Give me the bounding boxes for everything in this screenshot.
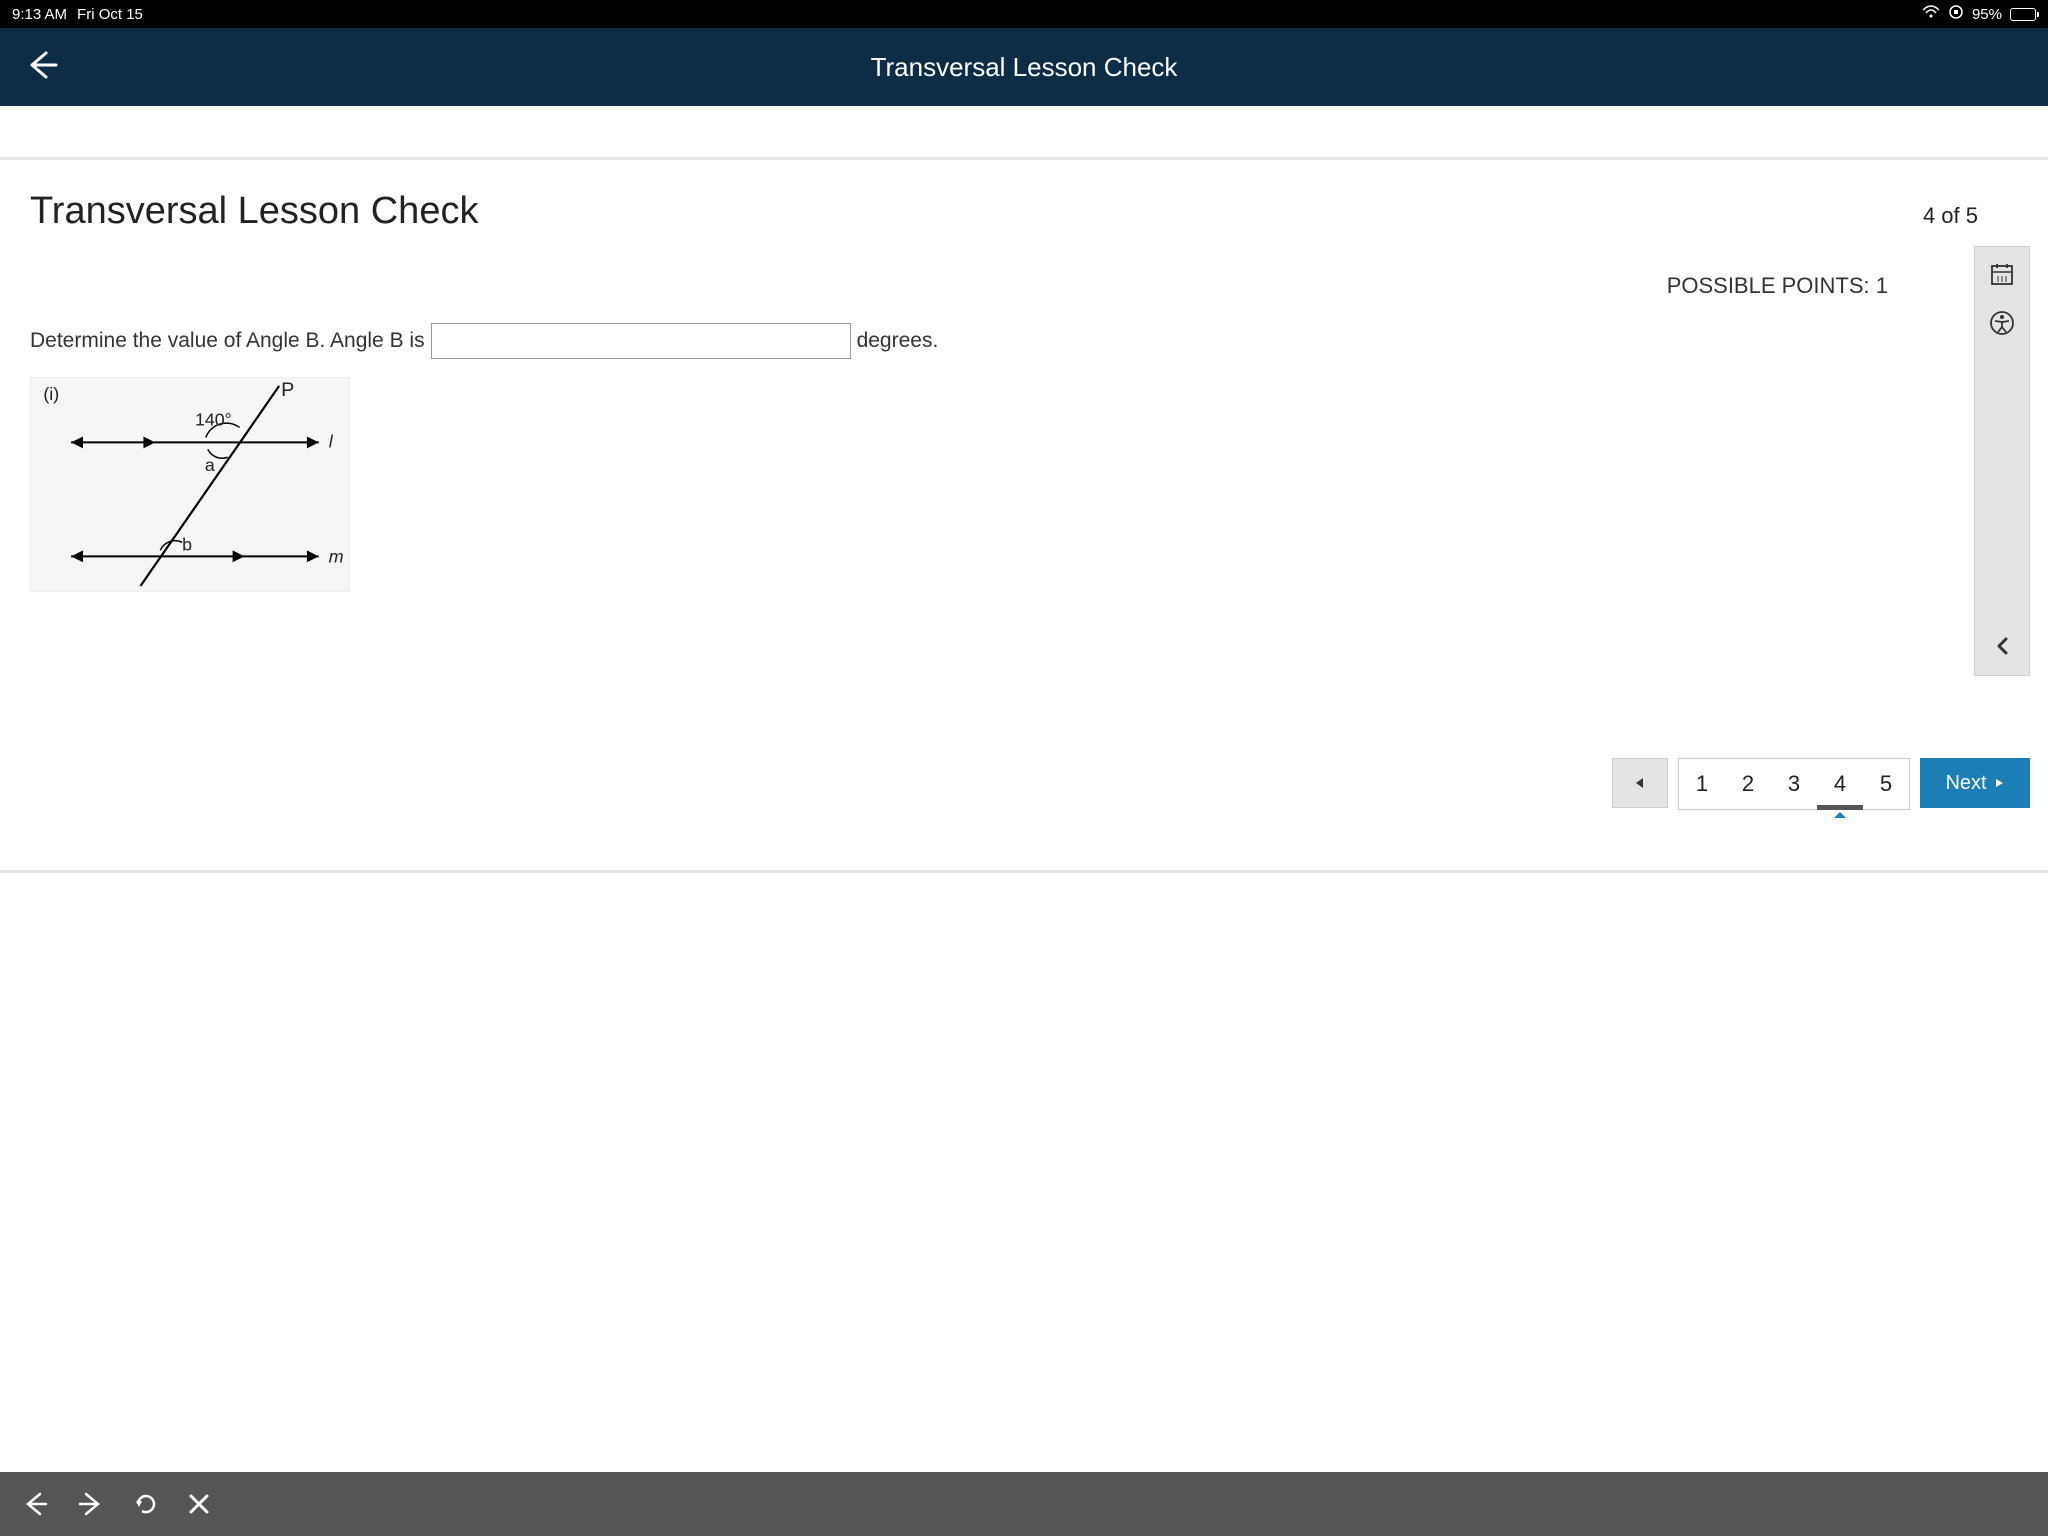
status-time: 9:13 AM bbox=[12, 6, 67, 23]
orientation-lock-icon bbox=[1948, 4, 1964, 24]
question-prefix: Determine the value of Angle B. Angle B … bbox=[30, 329, 425, 353]
line-l-label: l bbox=[329, 431, 334, 451]
app-title: Transversal Lesson Check bbox=[871, 52, 1178, 83]
pager-prev-button[interactable] bbox=[1612, 758, 1668, 808]
point-p-label: P bbox=[281, 379, 294, 401]
lesson-heading: Transversal Lesson Check bbox=[30, 190, 478, 233]
pager-item-2[interactable]: 2 bbox=[1725, 759, 1771, 809]
angle-140-label: 140° bbox=[195, 410, 232, 430]
content-area: Transversal Lesson Check 4 of 5 POSSIBLE… bbox=[0, 160, 2048, 592]
question-pager: 1 2 3 4 5 Next bbox=[1612, 758, 2030, 810]
question-suffix: degrees. bbox=[857, 329, 939, 353]
collapse-panel-icon[interactable] bbox=[1994, 636, 2010, 661]
answer-input[interactable] bbox=[431, 323, 851, 359]
angle-b-label: b bbox=[182, 534, 192, 554]
reload-icon[interactable] bbox=[132, 1490, 160, 1518]
browser-toolbar bbox=[0, 1472, 2048, 1536]
question-row: Determine the value of Angle B. Angle B … bbox=[30, 323, 2018, 359]
pager-item-1[interactable]: 1 bbox=[1679, 759, 1725, 809]
header-gap bbox=[0, 106, 2048, 160]
pager-item-5[interactable]: 5 bbox=[1863, 759, 1909, 809]
nav-back-icon[interactable] bbox=[20, 1489, 50, 1519]
wifi-icon bbox=[1922, 5, 1940, 23]
battery-icon bbox=[2010, 8, 2036, 21]
back-button[interactable] bbox=[24, 47, 60, 88]
pager-numbers: 1 2 3 4 5 bbox=[1678, 758, 1910, 810]
battery-percent: 95% bbox=[1972, 6, 2002, 23]
progress-indicator: 4 of 5 bbox=[1923, 203, 1978, 229]
calendar-icon[interactable] bbox=[1989, 261, 2015, 292]
pager-item-3[interactable]: 3 bbox=[1771, 759, 1817, 809]
lower-gap bbox=[0, 870, 2048, 990]
nav-forward-icon[interactable] bbox=[76, 1489, 106, 1519]
status-date: Fri Oct 15 bbox=[77, 6, 143, 23]
angle-a-label: a bbox=[205, 455, 215, 475]
close-icon[interactable] bbox=[186, 1491, 212, 1517]
figure-label: (i) bbox=[43, 384, 59, 404]
geometry-diagram: (i) l m P 140° a b bbox=[30, 377, 350, 592]
next-label: Next bbox=[1945, 772, 1986, 795]
status-bar: 9:13 AM Fri Oct 15 95% bbox=[0, 0, 2048, 28]
app-header: Transversal Lesson Check bbox=[0, 28, 2048, 106]
possible-points: POSSIBLE POINTS: 1 bbox=[30, 273, 2018, 299]
pager-next-button[interactable]: Next bbox=[1920, 758, 2030, 808]
accessibility-icon[interactable] bbox=[1989, 310, 2015, 341]
pager-item-4[interactable]: 4 bbox=[1817, 759, 1863, 809]
line-m-label: m bbox=[329, 546, 344, 566]
side-tool-panel bbox=[1974, 246, 2030, 676]
